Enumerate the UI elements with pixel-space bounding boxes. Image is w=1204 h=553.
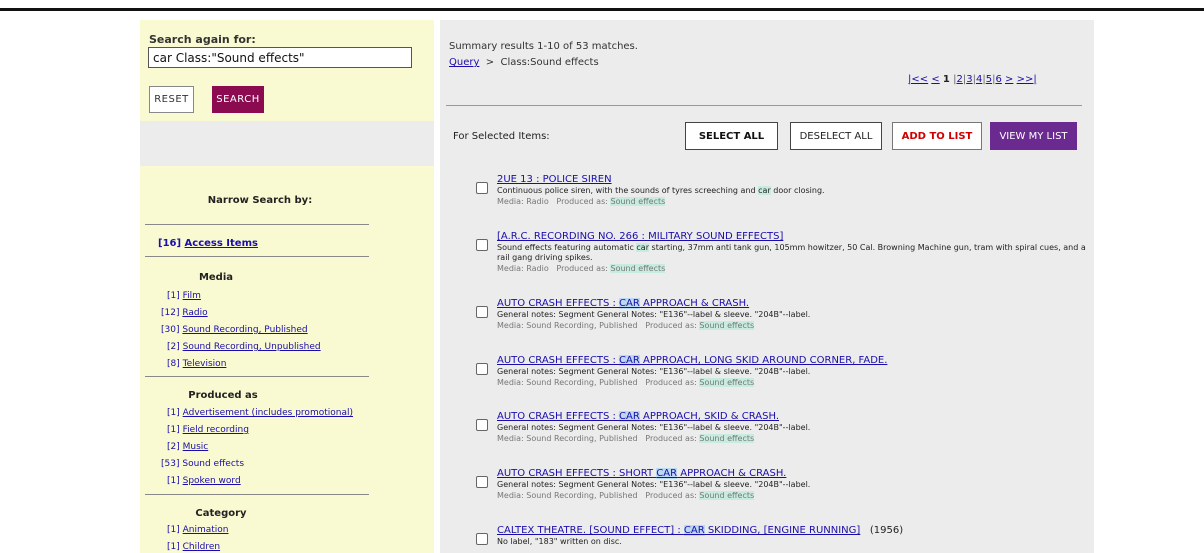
pager-current: 1: [942, 74, 950, 85]
facet-produced-advertisement[interactable]: [1] Advertisement (includes promotional): [167, 408, 353, 418]
result-meta: Media: Sound Recording, Published Produc…: [497, 434, 755, 443]
result-title-link[interactable]: AUTO CRASH EFFECTS : SHORT CAR APPROACH …: [497, 468, 786, 479]
result-title-link[interactable]: AUTO CRASH EFFECTS : CAR APPROACH & CRAS…: [497, 298, 749, 309]
pager-next[interactable]: >: [1005, 74, 1013, 85]
pagination: |<< < 1 |2|3|4|5|6 > >>|: [908, 74, 1037, 85]
facet-produced-music[interactable]: [2] Music: [167, 442, 208, 452]
result-checkbox[interactable]: [476, 476, 488, 488]
breadcrumb: Query > Class:Sound effects: [449, 57, 599, 68]
pager-first[interactable]: |<<: [908, 74, 928, 85]
result-checkbox[interactable]: [476, 533, 488, 545]
reset-button[interactable]: RESET: [149, 86, 194, 113]
media-section-title: Media: [198, 272, 234, 283]
facet-media-sound-recording-published[interactable]: [30] Sound Recording, Published: [161, 325, 308, 335]
result-checkbox[interactable]: [476, 306, 488, 318]
facet-link[interactable]: Animation: [183, 525, 229, 535]
result-item: AUTO CRASH EFFECTS : SHORT CAR APPROACH …: [476, 468, 1086, 508]
pager-last[interactable]: >>|: [1017, 74, 1037, 85]
results-panel: Summary results 1-10 of 53 matches. Quer…: [440, 20, 1094, 553]
result-title-link[interactable]: 2UE 13 : POLICE SIREN: [497, 174, 612, 185]
facet-link[interactable]: Music: [183, 442, 209, 452]
result-description: Sound effects featuring automatic car st…: [497, 243, 1086, 262]
selected-items-label: For Selected Items:: [453, 131, 550, 142]
result-title-link[interactable]: CALTEX THEATRE. [SOUND EFFECT] : CAR SKI…: [497, 525, 860, 536]
result-checkbox[interactable]: [476, 239, 488, 251]
result-checkbox[interactable]: [476, 363, 488, 375]
access-items-count: [16]: [158, 238, 182, 249]
result-meta: Media: Radio Produced as: Sound effects: [497, 197, 666, 206]
facet-link[interactable]: Film: [183, 291, 201, 301]
result-item: 2UE 13 : POLICE SIREN Continuous police …: [476, 174, 1086, 214]
facet-link[interactable]: Children: [183, 542, 220, 552]
result-description: No label, "183" written on disc.: [497, 537, 622, 546]
result-description: General notes: Segment General Notes: "E…: [497, 310, 811, 319]
facet-category-animation[interactable]: [1] Animation: [167, 525, 229, 535]
breadcrumb-current: Class:Sound effects: [500, 57, 599, 68]
facet-link[interactable]: Radio: [182, 308, 207, 318]
result-title-link[interactable]: AUTO CRASH EFFECTS : CAR APPROACH, LONG …: [497, 355, 887, 366]
result-item: [A.R.C. RECORDING NO. 266 : MILITARY SOU…: [476, 231, 1086, 283]
sidebar-spacer: [140, 121, 434, 166]
divider: [446, 105, 1082, 106]
pager-page[interactable]: 6: [995, 74, 1001, 85]
divider: [145, 224, 369, 225]
result-checkbox[interactable]: [476, 419, 488, 431]
result-meta: Media: Radio Produced as: Sound effects: [497, 264, 666, 273]
result-description: General notes: Segment General Notes: "E…: [497, 480, 811, 489]
result-title-row: CALTEX THEATRE. [SOUND EFFECT] : CAR SKI…: [497, 525, 903, 536]
produced-section-title: Produced as: [188, 390, 258, 401]
result-item: AUTO CRASH EFFECTS : CAR APPROACH, LONG …: [476, 355, 1086, 395]
facet-link[interactable]: Spoken word: [183, 476, 241, 486]
facet-link[interactable]: Advertisement (includes promotional): [183, 408, 353, 418]
facet-media-sound-recording-unpublished[interactable]: [2] Sound Recording, Unpublished: [167, 342, 321, 352]
search-panel: Search again for: RESET SEARCH: [140, 20, 434, 121]
result-checkbox[interactable]: [476, 182, 488, 194]
breadcrumb-query-link[interactable]: Query: [449, 57, 479, 68]
facet-produced-spoken-word[interactable]: [1] Spoken word: [167, 476, 241, 486]
result-meta: Media: Sound Recording, Published Produc…: [497, 378, 755, 387]
breadcrumb-separator: >: [485, 57, 495, 68]
select-all-button[interactable]: SELECT ALL: [685, 122, 778, 150]
narrow-search-title: Narrow Search by:: [207, 195, 313, 206]
result-item: AUTO CRASH EFFECTS : CAR APPROACH, SKID …: [476, 411, 1086, 451]
result-meta: Media: Sound Recording, Published Produc…: [497, 321, 755, 330]
facet-link[interactable]: Field recording: [183, 425, 249, 435]
divider: [145, 376, 369, 377]
search-input[interactable]: [148, 47, 412, 68]
result-description: General notes: Segment General Notes: "E…: [497, 367, 811, 376]
result-meta: Media: Sound Recording, Published Produc…: [497, 491, 755, 500]
top-divider: [0, 8, 1204, 11]
narrow-search-panel: Narrow Search by: [16] Access Items Medi…: [140, 166, 434, 553]
result-item: CALTEX THEATRE. [SOUND EFFECT] : CAR SKI…: [476, 525, 1086, 553]
search-button[interactable]: SEARCH: [212, 86, 264, 113]
divider: [145, 256, 369, 257]
add-to-list-button[interactable]: ADD TO LIST: [892, 122, 982, 150]
access-items-link[interactable]: Access Items: [185, 238, 258, 249]
category-section-title: Category: [195, 508, 247, 519]
result-title-link[interactable]: AUTO CRASH EFFECTS : CAR APPROACH, SKID …: [497, 411, 779, 422]
facet-category-children[interactable]: [1] Children: [167, 542, 220, 552]
result-description: Continuous police siren, with the sounds…: [497, 186, 825, 195]
facet-produced-field-recording[interactable]: [1] Field recording: [167, 425, 249, 435]
access-items-facet[interactable]: [16] Access Items: [158, 238, 258, 249]
result-year: (1956): [869, 525, 904, 536]
facet-link[interactable]: Sound Recording, Published: [182, 325, 307, 335]
deselect-all-button[interactable]: DESELECT ALL: [790, 122, 882, 150]
facet-produced-sound-effects: [53] Sound effects: [161, 459, 245, 469]
search-label: Search again for:: [149, 33, 256, 46]
facet-media-television[interactable]: [8] Television: [167, 359, 226, 369]
result-item: AUTO CRASH EFFECTS : CAR APPROACH & CRAS…: [476, 298, 1086, 338]
facet-label: Sound effects: [182, 459, 245, 469]
facet-media-radio[interactable]: [12] Radio: [161, 308, 208, 318]
result-description: General notes: Segment General Notes: "E…: [497, 423, 811, 432]
results-summary: Summary results 1-10 of 53 matches.: [449, 41, 638, 52]
facet-link[interactable]: Television: [183, 359, 227, 369]
result-title-link[interactable]: [A.R.C. RECORDING NO. 266 : MILITARY SOU…: [497, 231, 783, 242]
facet-link[interactable]: Sound Recording, Unpublished: [183, 342, 321, 352]
facet-media-film[interactable]: [1] Film: [167, 291, 201, 301]
divider: [145, 494, 369, 495]
pager-prev[interactable]: <: [931, 74, 939, 85]
view-my-list-button[interactable]: VIEW MY LIST: [990, 122, 1077, 150]
